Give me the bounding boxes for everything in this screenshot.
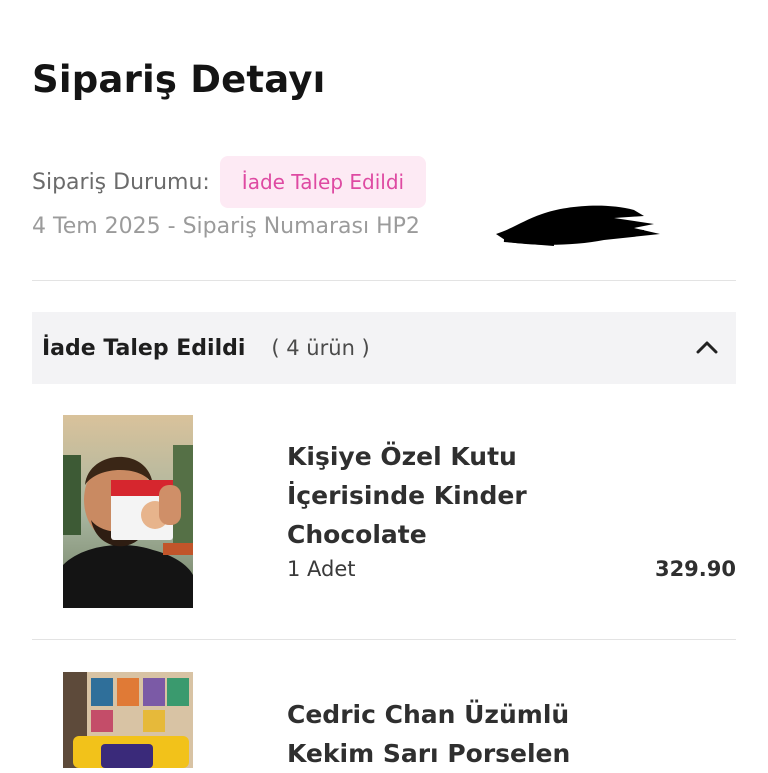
product-name-line: Kişiye Özel Kutu [287, 442, 517, 471]
order-status-row: Sipariş Durumu: İade Talep Edildi [32, 156, 427, 208]
chevron-up-icon[interactable] [696, 338, 718, 356]
item-divider [32, 639, 736, 640]
status-badge: İade Talep Edildi [219, 156, 427, 208]
product-image[interactable] [63, 415, 193, 608]
group-item-count: ( 4 ürün ) [271, 336, 370, 360]
section-divider [32, 280, 736, 281]
product-quantity: 1 Adet [287, 557, 356, 581]
group-title: İade Talep Edildi [42, 335, 246, 361]
product-name[interactable]: Kişiye Özel Kutu İçerisinde Kinder Choco… [287, 437, 617, 554]
product-name-line: Cedric Chan Üzümlü [287, 700, 570, 729]
product-name-line: Kekim Sarı Porselen [287, 739, 571, 768]
order-date-and-number: 4 Tem 2025 - Sipariş Numarası HP2 [32, 214, 420, 239]
returned-items-group-header[interactable]: İade Talep Edildi ( 4 ürün ) [32, 312, 736, 384]
redaction-scribble [496, 205, 660, 246]
page-title: Sipariş Detayı [32, 58, 326, 101]
product-name-line: İçerisinde Kinder [287, 481, 527, 510]
product-name-line: Chocolate [287, 520, 427, 549]
product-image[interactable] [63, 672, 193, 768]
order-status-label: Sipariş Durumu: [32, 169, 210, 195]
product-name[interactable]: Cedric Chan Üzümlü Kekim Sarı Porselen [287, 695, 617, 773]
product-price: 329.90 [654, 557, 736, 581]
